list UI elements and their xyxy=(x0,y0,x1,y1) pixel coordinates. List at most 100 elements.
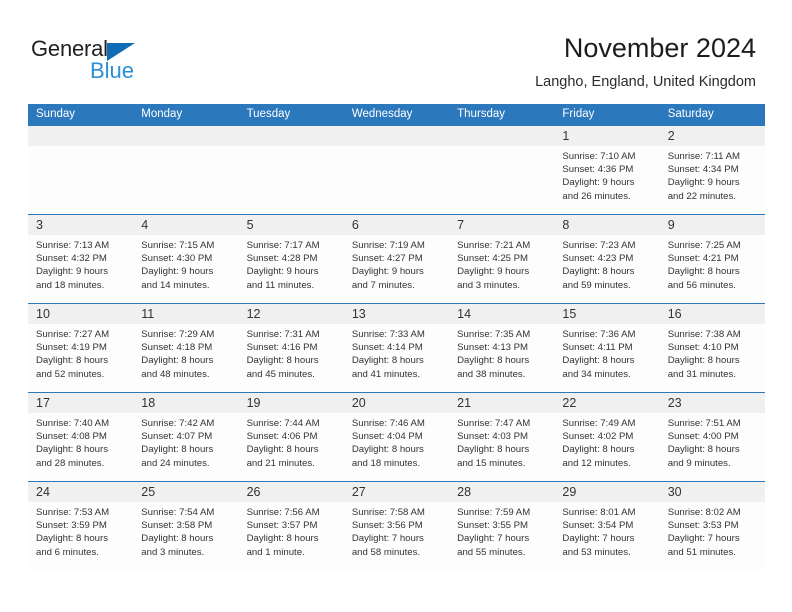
day-cell[interactable]: Sunrise: 7:49 AM Sunset: 4:02 PM Dayligh… xyxy=(554,413,659,481)
day-cell[interactable] xyxy=(28,146,133,214)
daylight-text-line2: and 53 minutes. xyxy=(562,546,631,558)
day-cell[interactable]: Sunrise: 7:15 AM Sunset: 4:30 PM Dayligh… xyxy=(133,235,238,303)
sunset-text: Sunset: 4:36 PM xyxy=(562,164,634,176)
day-cell[interactable]: Sunrise: 8:02 AM Sunset: 3:53 PM Dayligh… xyxy=(660,502,765,570)
day-cell[interactable]: Sunrise: 7:58 AM Sunset: 3:56 PM Dayligh… xyxy=(344,502,449,570)
day-number: 9 xyxy=(667,218,675,232)
day-cell[interactable]: Sunrise: 7:40 AM Sunset: 4:08 PM Dayligh… xyxy=(28,413,133,481)
day-cell[interactable]: Sunrise: 7:44 AM Sunset: 4:06 PM Dayligh… xyxy=(239,413,344,481)
sunset-text: Sunset: 4:07 PM xyxy=(141,431,213,443)
sunrise-text: Sunrise: 7:51 AM xyxy=(667,418,741,429)
day-cell[interactable]: Sunrise: 7:19 AM Sunset: 4:27 PM Dayligh… xyxy=(344,235,449,303)
day-cell[interactable] xyxy=(239,146,344,214)
sunset-text: Sunset: 4:23 PM xyxy=(562,253,634,265)
day-cell[interactable]: Sunrise: 7:54 AM Sunset: 3:58 PM Dayligh… xyxy=(133,502,238,570)
sunrise-text: Sunrise: 7:35 AM xyxy=(457,329,531,340)
sunset-text: Sunset: 3:54 PM xyxy=(562,520,634,532)
day-cell[interactable]: Sunrise: 7:10 AM Sunset: 4:36 PM Dayligh… xyxy=(554,146,659,214)
daylight-text-line2: and 48 minutes. xyxy=(141,368,210,380)
day-cell[interactable]: Sunrise: 7:53 AM Sunset: 3:59 PM Dayligh… xyxy=(28,502,133,570)
day-number: 27 xyxy=(351,485,366,499)
day-cell[interactable]: Sunrise: 8:01 AM Sunset: 3:54 PM Dayligh… xyxy=(554,502,659,570)
sunrise-text: Sunrise: 7:19 AM xyxy=(351,240,425,251)
sunrise-text: Sunrise: 8:01 AM xyxy=(562,507,636,518)
day-number: 11 xyxy=(141,307,155,321)
sunset-text: Sunset: 3:57 PM xyxy=(246,520,318,532)
day-number: 21 xyxy=(457,396,472,410)
daylight-text-line1: Daylight: 7 hours xyxy=(351,533,424,545)
day-cell[interactable]: Sunrise: 7:38 AM Sunset: 4:10 PM Dayligh… xyxy=(660,324,765,392)
weekday-header-row: Sunday Monday Tuesday Wednesday Thursday… xyxy=(28,104,765,125)
day-cell[interactable]: Sunrise: 7:23 AM Sunset: 4:23 PM Dayligh… xyxy=(554,235,659,303)
sunrise-text: Sunrise: 7:25 AM xyxy=(667,240,741,251)
day-cell[interactable]: Sunrise: 7:56 AM Sunset: 3:57 PM Dayligh… xyxy=(239,502,344,570)
day-cell[interactable]: Sunrise: 7:21 AM Sunset: 4:25 PM Dayligh… xyxy=(449,235,554,303)
daylight-text-line1: Daylight: 8 hours xyxy=(141,533,214,545)
page-title: November 2024 xyxy=(563,33,756,63)
day-cell[interactable]: Sunrise: 7:47 AM Sunset: 4:03 PM Dayligh… xyxy=(449,413,554,481)
day-number: 17 xyxy=(36,396,50,410)
sunrise-text: Sunrise: 7:56 AM xyxy=(246,507,320,518)
daylight-text-line2: and 59 minutes. xyxy=(562,279,631,291)
day-cell[interactable] xyxy=(133,146,238,214)
day-number-row: 17 18 19 20 21 22 23 xyxy=(28,393,765,413)
day-number-row: 3 4 5 6 7 8 9 xyxy=(28,215,765,235)
daylight-text-line1: Daylight: 8 hours xyxy=(562,266,635,278)
sunset-text: Sunset: 4:34 PM xyxy=(667,164,739,176)
daylight-text-line2: and 22 minutes. xyxy=(667,190,736,202)
day-cell[interactable]: Sunrise: 7:35 AM Sunset: 4:13 PM Dayligh… xyxy=(449,324,554,392)
day-number-row: 10 11 12 13 14 15 16 xyxy=(28,304,765,324)
day-cell[interactable]: Sunrise: 7:11 AM Sunset: 4:34 PM Dayligh… xyxy=(660,146,765,214)
sunset-text: Sunset: 4:02 PM xyxy=(562,431,634,443)
day-cell[interactable] xyxy=(344,146,449,214)
daylight-text-line1: Daylight: 8 hours xyxy=(36,533,108,545)
daylight-text-line2: and 38 minutes. xyxy=(457,368,526,380)
daylight-text-line1: Daylight: 8 hours xyxy=(141,355,214,367)
sunrise-text: Sunrise: 7:58 AM xyxy=(351,507,425,518)
day-cell[interactable]: Sunrise: 7:13 AM Sunset: 4:32 PM Dayligh… xyxy=(28,235,133,303)
sunrise-text: Sunrise: 7:23 AM xyxy=(562,240,636,251)
day-cell[interactable]: Sunrise: 7:46 AM Sunset: 4:04 PM Dayligh… xyxy=(344,413,449,481)
sunrise-text: Sunrise: 7:38 AM xyxy=(667,329,741,340)
sunset-text: Sunset: 4:25 PM xyxy=(457,253,529,265)
general-blue-logo[interactable]: General Blue xyxy=(31,36,161,86)
daylight-text-line1: Daylight: 9 hours xyxy=(351,266,424,278)
sunrise-text: Sunrise: 7:59 AM xyxy=(457,507,531,518)
daylight-text-line2: and 24 minutes. xyxy=(141,457,210,469)
day-cell[interactable]: Sunrise: 7:25 AM Sunset: 4:21 PM Dayligh… xyxy=(660,235,765,303)
day-number: 3 xyxy=(36,218,43,232)
daylight-text-line2: and 7 minutes. xyxy=(351,279,415,291)
sunrise-text: Sunrise: 7:21 AM xyxy=(457,240,531,251)
day-info-row: Sunrise: 7:13 AM Sunset: 4:32 PM Dayligh… xyxy=(28,235,765,303)
day-number: 25 xyxy=(141,485,156,499)
sunset-text: Sunset: 4:21 PM xyxy=(667,253,739,265)
day-cell[interactable]: Sunrise: 7:36 AM Sunset: 4:11 PM Dayligh… xyxy=(554,324,659,392)
day-number: 30 xyxy=(667,485,682,499)
day-number xyxy=(239,126,344,146)
sunset-text: Sunset: 4:18 PM xyxy=(141,342,213,354)
day-cell[interactable]: Sunrise: 7:59 AM Sunset: 3:55 PM Dayligh… xyxy=(449,502,554,570)
daylight-text-line2: and 55 minutes. xyxy=(457,546,526,558)
day-cell[interactable]: Sunrise: 7:51 AM Sunset: 4:00 PM Dayligh… xyxy=(660,413,765,481)
daylight-text-line1: Daylight: 8 hours xyxy=(351,355,424,367)
sunrise-text: Sunrise: 7:10 AM xyxy=(562,151,636,162)
day-cell[interactable]: Sunrise: 7:29 AM Sunset: 4:18 PM Dayligh… xyxy=(133,324,238,392)
daylight-text-line2: and 11 minutes. xyxy=(246,279,315,291)
sunset-text: Sunset: 4:00 PM xyxy=(667,431,739,443)
daylight-text-line1: Daylight: 8 hours xyxy=(667,355,740,367)
daylight-text-line1: Daylight: 8 hours xyxy=(36,444,108,456)
sunset-text: Sunset: 4:10 PM xyxy=(667,342,739,354)
page-subtitle: Langho, England, United Kingdom xyxy=(535,74,756,90)
day-number xyxy=(344,126,449,146)
sunset-text: Sunset: 3:55 PM xyxy=(457,520,529,532)
day-cell[interactable]: Sunrise: 7:31 AM Sunset: 4:16 PM Dayligh… xyxy=(239,324,344,392)
day-cell[interactable]: Sunrise: 7:33 AM Sunset: 4:14 PM Dayligh… xyxy=(344,324,449,392)
day-number xyxy=(28,126,133,146)
day-cell[interactable]: Sunrise: 7:27 AM Sunset: 4:19 PM Dayligh… xyxy=(28,324,133,392)
sunset-text: Sunset: 4:11 PM xyxy=(562,342,633,354)
sunrise-text: Sunrise: 7:42 AM xyxy=(141,418,215,429)
sunset-text: Sunset: 4:28 PM xyxy=(246,253,318,265)
day-cell[interactable] xyxy=(449,146,554,214)
day-cell[interactable]: Sunrise: 7:17 AM Sunset: 4:28 PM Dayligh… xyxy=(239,235,344,303)
day-cell[interactable]: Sunrise: 7:42 AM Sunset: 4:07 PM Dayligh… xyxy=(133,413,238,481)
